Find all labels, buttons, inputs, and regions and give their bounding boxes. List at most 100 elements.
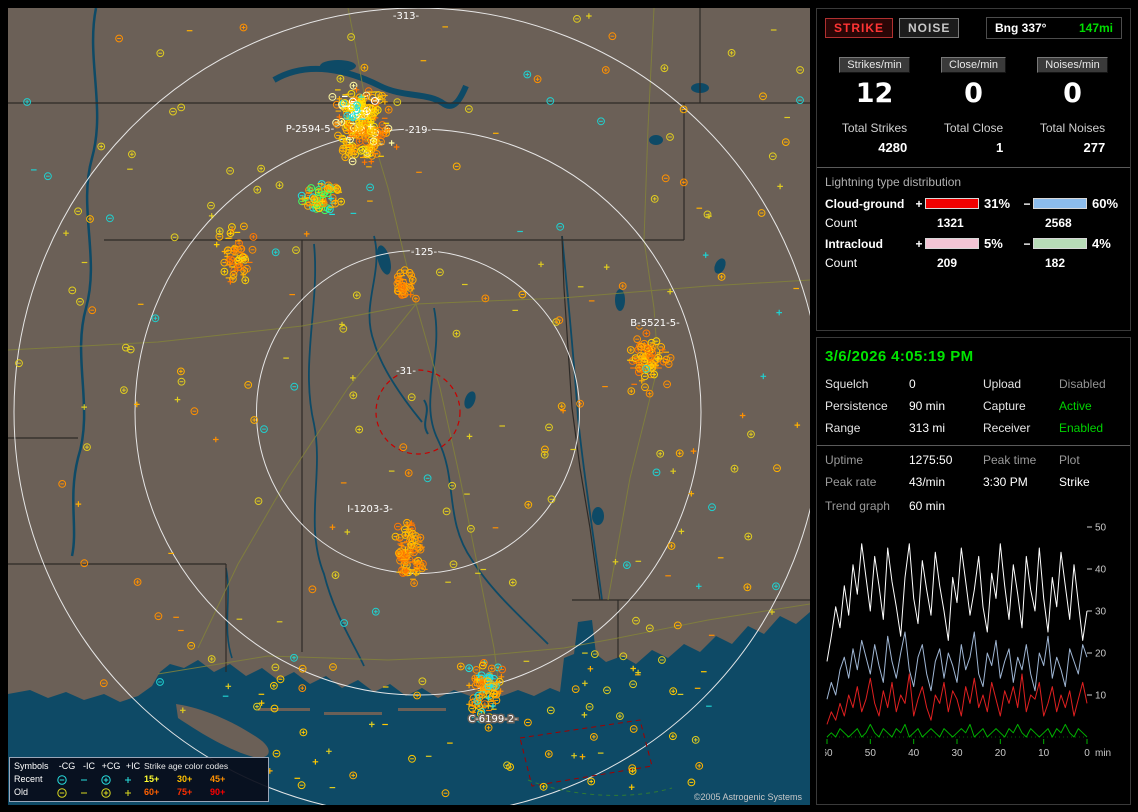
cloud-ground-row: Cloud-ground + 31% − 60%	[825, 196, 1122, 211]
strikes-per-min-label: Strikes/min	[839, 57, 910, 73]
svg-text:30: 30	[1095, 607, 1107, 618]
settings-grid: Squelch 0 Upload Disabled Persistence 90…	[825, 377, 1122, 435]
receiver-state: Enabled	[1059, 421, 1104, 435]
datetime-display: 3/6/2026 4:05:19 PM	[825, 348, 974, 365]
cg-negative-count: 2568	[1045, 216, 1072, 230]
strikes-per-min-column: Strikes/min 12 Total Strikes 4280	[825, 55, 924, 157]
bearing-display: Bng 337° 147mi	[986, 17, 1122, 39]
receiver-label: Receiver	[983, 421, 1031, 435]
noises-per-min-column: Noises/min 0 Total Noises 277	[1023, 55, 1122, 157]
storm-cell-label: P-2594-5-	[286, 124, 335, 135]
svg-text:30: 30	[951, 748, 963, 759]
legend-col-ncg: -CG	[58, 761, 76, 771]
squelch-label: Squelch	[825, 377, 869, 391]
age-code-30+: 30+	[177, 774, 193, 784]
noises-per-min-value: 0	[1063, 78, 1082, 109]
strike-toggle-button[interactable]: STRIKE	[825, 18, 894, 38]
ic-negative-swatch	[1033, 238, 1087, 249]
cg-positive-pct: 31%	[984, 196, 1011, 211]
svg-text:min: min	[1095, 748, 1111, 759]
storm-cell-label: B-5521-5-	[630, 318, 680, 329]
trend-series-light-blue	[826, 631, 1088, 700]
legend-symbol-nic	[78, 787, 100, 799]
ic-negative-pct: 4%	[1092, 236, 1111, 251]
svg-text:20: 20	[995, 748, 1007, 759]
stats-panel: STRIKE NOISE Bng 337° 147mi Strikes/min …	[816, 8, 1131, 331]
trend-graph-row: Trend graph 60 min	[825, 499, 1122, 513]
squelch-value: 0	[909, 377, 916, 391]
cg-negative-swatch	[1033, 198, 1087, 209]
uptime-label: Uptime	[825, 453, 864, 467]
noise-toggle-button[interactable]: NOISE	[899, 18, 960, 38]
upload-state: Disabled	[1059, 377, 1106, 391]
plus-sign: +	[915, 236, 923, 251]
uptime-value: 1275:50	[909, 453, 953, 467]
ic-positive-swatch	[925, 238, 979, 249]
plot-label: Plot	[1059, 453, 1080, 467]
legend-symbol-pcg	[100, 774, 122, 786]
map-view[interactable]: -313- -219- -125- -31- P-2594-5- B-5521-5- I-1…	[8, 8, 810, 805]
bearing-label: Bng 337°	[995, 21, 1047, 35]
total-strikes-label: Total Strikes	[841, 121, 908, 135]
trend-series-white	[826, 543, 1088, 662]
svg-text:40: 40	[908, 748, 920, 759]
age-code-45+: 45+	[210, 774, 226, 784]
cg-negative-pct: 60%	[1092, 196, 1119, 211]
storm-cell-label: I-1203-3-	[347, 504, 393, 515]
cg-positive-swatch	[925, 198, 979, 209]
minus-sign: −	[1023, 196, 1031, 211]
peak-time-value: 3:30 PM	[983, 475, 1028, 489]
svg-text:0: 0	[1084, 748, 1090, 759]
map-legend: Symbols -CG -IC +CG +IC Strike age color…	[9, 757, 269, 802]
age-code-15+: 15+	[144, 774, 160, 784]
toolbar: STRIKE NOISE Bng 337° 147mi	[825, 17, 1122, 39]
legend-row-old: Old 60+ 75+ 90+	[14, 786, 264, 799]
trend-graph-label: Trend graph	[825, 499, 890, 513]
ring-label--125-: -125-	[411, 247, 438, 258]
age-code-90+: 90+	[210, 787, 226, 797]
total-close-value: 1	[995, 140, 1004, 155]
divider	[817, 167, 1130, 168]
capture-state: Active	[1059, 399, 1092, 413]
divider	[817, 445, 1130, 446]
capture-label: Capture	[983, 399, 1026, 413]
legend-col-pic: +IC	[125, 761, 141, 771]
ring-label--313-: -313-	[393, 11, 420, 22]
close-per-min-value: 0	[964, 78, 983, 109]
legend-header: Symbols -CG -IC +CG +IC Strike age color…	[14, 760, 264, 773]
app-window: { "map": { "copyright": "©2005 Astrogeni…	[0, 0, 1138, 812]
persistence-label: Persistence	[825, 399, 888, 413]
ic-negative-count: 182	[1045, 256, 1066, 270]
distribution-title: Lightning type distribution	[825, 175, 962, 189]
upload-label: Upload	[983, 377, 1022, 391]
legend-symbol-pcg	[100, 787, 122, 799]
svg-text:50: 50	[865, 748, 877, 759]
range-value: 313 mi	[909, 421, 946, 435]
total-noises-label: Total Noises	[1039, 121, 1106, 135]
legend-symbol-ncg	[56, 787, 78, 799]
map-canvas: -313- -219- -125- -31- P-2594-5- B-5521-5- I-1…	[8, 8, 810, 805]
strikes-per-min-value: 12	[855, 78, 894, 109]
status-panel: 3/6/2026 4:05:19 PM Squelch 0 Upload Dis…	[816, 337, 1131, 805]
ic-positive-count: 209	[937, 256, 958, 270]
intracloud-label: Intracloud	[825, 236, 884, 251]
cloud-ground-count-row: Count 1321 2568	[825, 216, 1122, 230]
age-code-75+: 75+	[177, 787, 193, 797]
legend-age-title: Strike age color codes	[144, 761, 229, 771]
total-noises-value: 277	[1083, 140, 1106, 155]
legend-col-nic: -IC	[83, 761, 95, 771]
svg-text:10: 10	[1095, 691, 1107, 702]
storm-cell-label: C-6199-2-	[468, 714, 518, 725]
minus-sign: −	[1023, 236, 1031, 251]
age-code-60+: 60+	[144, 787, 160, 797]
plot-value: Strike	[1059, 475, 1090, 489]
legend-row-recent: Recent 15+ 30+ 45+	[14, 773, 264, 786]
total-close-label: Total Close	[943, 121, 1004, 135]
intracloud-count-row: Count 209 182	[825, 256, 1122, 270]
close-per-min-column: Close/min 0 Total Close 1	[924, 55, 1023, 157]
legend-symbol-pic	[122, 787, 144, 799]
svg-text:10: 10	[1038, 748, 1050, 759]
svg-text:40: 40	[1095, 565, 1107, 576]
trend-series-green	[826, 723, 1088, 738]
legend-symbols-title: Symbols	[14, 761, 49, 771]
